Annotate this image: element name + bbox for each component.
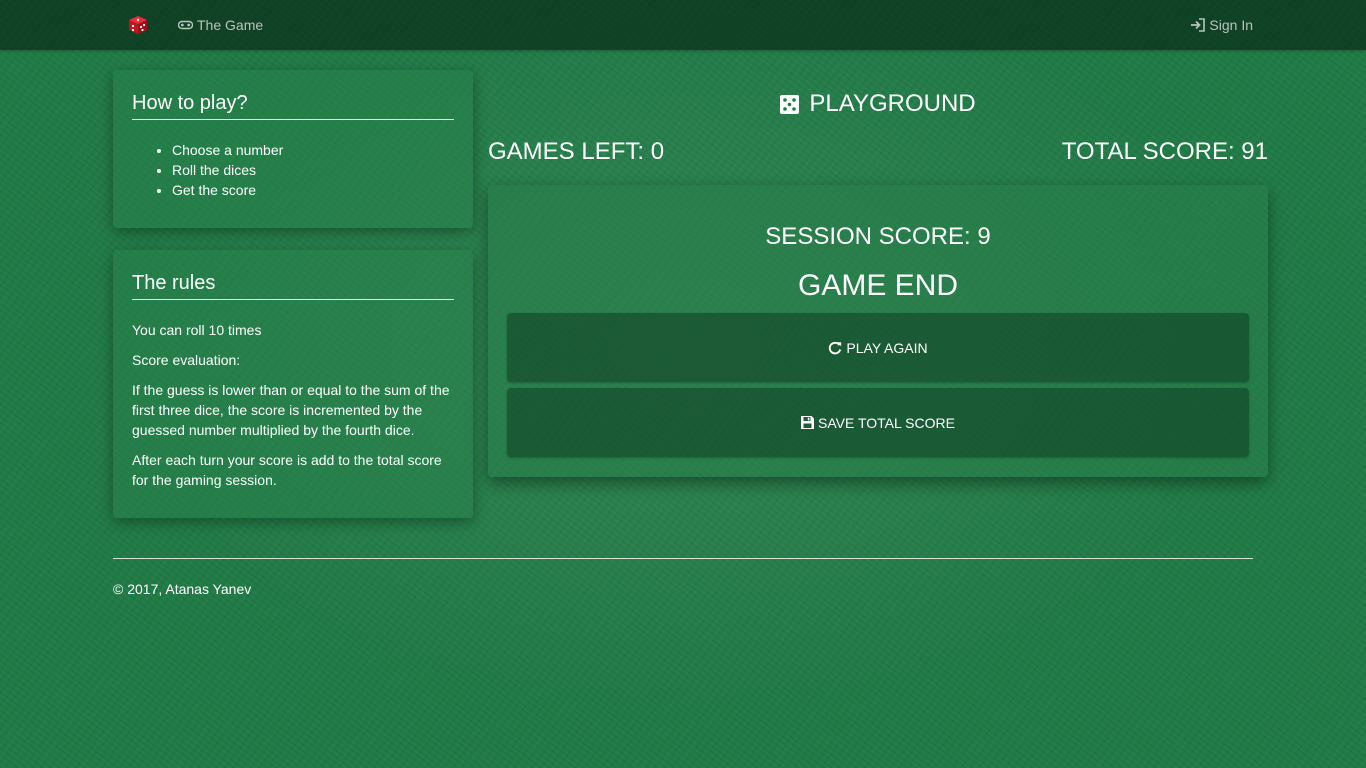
rules-title: The rules — [132, 272, 454, 300]
how-to-play-title: How to play? — [132, 92, 454, 120]
how-to-play-list: Choose a number Roll the dices Get the s… — [132, 140, 454, 200]
play-again-button[interactable]: PLAY AGAIN — [507, 313, 1249, 382]
rules-paragraph: If the guess is lower than or equal to t… — [132, 382, 450, 438]
how-to-play-panel: How to play? Choose a number Roll the di… — [113, 70, 473, 228]
playground-title: PLAYGROUND — [488, 90, 1268, 118]
games-left-counter: GAMES LEFT: 0 — [488, 138, 665, 165]
play-again-label: PLAY AGAIN — [846, 339, 928, 356]
footer-copyright: © 2017, Atanas Yanev — [113, 581, 252, 597]
save-total-score-button[interactable]: SAVE TOTAL SCORE — [507, 388, 1249, 457]
navbar: The Game Sign In — [0, 0, 1366, 50]
list-item: Get the score — [172, 180, 454, 200]
playground-title-text: PLAYGROUND — [809, 90, 976, 117]
nav-link-the-game[interactable]: The Game — [178, 17, 263, 33]
floppy-disk-icon — [801, 416, 815, 429]
sign-in-icon — [1190, 18, 1206, 32]
sign-in-link[interactable]: Sign In — [1190, 17, 1253, 33]
refresh-icon — [828, 341, 842, 355]
nav-link-label: The Game — [197, 17, 264, 33]
list-item: Roll the dices — [172, 160, 454, 180]
footer-divider — [113, 558, 1253, 559]
session-score: SESSION SCORE: 9 — [765, 223, 991, 250]
game-status: GAME END — [797, 269, 959, 302]
rules-paragraph: Score evaluation: — [132, 352, 241, 368]
red-dice-icon[interactable] — [128, 15, 148, 35]
dice-icon — [780, 94, 800, 114]
sign-in-label: Sign In — [1209, 17, 1253, 33]
gamepad-icon — [178, 20, 193, 30]
rules-body: You can roll 10 times Score evaluation: … — [132, 320, 454, 490]
rules-paragraph: After each turn your score is add to the… — [132, 452, 442, 488]
rules-panel: The rules You can roll 10 times Score ev… — [113, 250, 473, 518]
save-total-score-label: SAVE TOTAL SCORE — [818, 414, 955, 431]
game-card: SESSION SCORE: 9 GAME END PLAY AGAIN SAV… — [488, 185, 1268, 477]
rules-paragraph: You can roll 10 times — [132, 322, 262, 338]
total-score-counter: TOTAL SCORE: 91 — [1061, 138, 1268, 165]
list-item: Choose a number — [172, 140, 454, 160]
